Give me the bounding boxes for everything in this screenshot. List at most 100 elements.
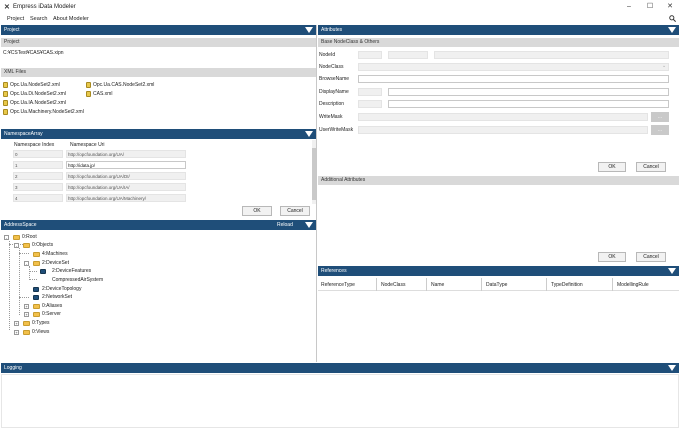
ns-index-cell (13, 194, 63, 202)
label-description: Description (319, 101, 345, 107)
tree-node-machines[interactable]: 4:Machines (42, 251, 68, 257)
tree-node-compressedair[interactable]: CompressedAirSystem (52, 277, 103, 283)
tree-expander-icon[interactable]: - (14, 243, 19, 248)
addressspace-header: AddressSpace (1, 220, 316, 230)
tree-line (29, 266, 30, 280)
nodeclass-select[interactable] (358, 63, 669, 71)
additional-ok-button[interactable]: OK (598, 252, 626, 262)
tree-node-aliases[interactable]: 0:Aliases (42, 303, 62, 309)
collapse-icon[interactable] (668, 27, 676, 33)
xml-file-icon (86, 91, 91, 97)
menu-project[interactable]: Project (7, 16, 24, 22)
col-divider[interactable] (376, 278, 377, 291)
col-divider[interactable] (426, 278, 427, 291)
description-locale-field[interactable] (358, 100, 382, 108)
col-divider[interactable] (546, 278, 547, 291)
xml-file-item[interactable]: Opc.Ua.CAS.NodeSet2.xml (93, 82, 154, 88)
minimize-icon[interactable]: – (620, 1, 638, 13)
maximize-icon[interactable]: ☐ (641, 1, 659, 13)
ns-uri-value: http://opcfoundation.org/UA/Machinery/ (68, 196, 147, 201)
splitter[interactable] (316, 25, 317, 362)
object-icon (40, 269, 46, 274)
col-namespace-uri: Namespace Uri (70, 142, 105, 148)
menu-search[interactable]: Search (30, 16, 47, 22)
tree-node-root[interactable]: 0:Root (22, 234, 37, 240)
ns-index-cell (13, 150, 63, 158)
collapse-icon[interactable] (305, 27, 313, 33)
col-modellingrule[interactable]: ModellingRule (617, 282, 649, 288)
displayname-locale-field[interactable] (358, 88, 382, 96)
project-subheader: Project (1, 38, 316, 47)
col-datatype[interactable]: DataType (486, 282, 507, 288)
tree-node-types[interactable]: 0:Types (32, 320, 50, 326)
namespace-ok-button[interactable]: OK (242, 206, 272, 216)
nodeid-type-field (388, 51, 428, 59)
additional-cancel-button[interactable]: Cancel (636, 252, 666, 262)
displayname-input[interactable] (388, 88, 669, 96)
xml-file-icon (3, 100, 8, 106)
attributes-header: Attributes (318, 25, 679, 35)
collapse-icon[interactable] (668, 365, 676, 371)
attributes-ok-button[interactable]: OK (598, 162, 626, 172)
tree-line (19, 253, 29, 254)
collapse-icon[interactable] (305, 131, 313, 137)
tree-node-devicefeatures[interactable]: 2:DeviceFeatures (52, 268, 91, 274)
tree-expander-icon[interactable]: - (24, 261, 29, 266)
menu-about[interactable]: About Modeler (53, 16, 89, 22)
col-nodeclass[interactable]: NodeClass (381, 282, 405, 288)
tree-expander-icon[interactable]: - (4, 235, 9, 240)
nodeid-value-field (434, 51, 669, 59)
label-nodeid: NodeId (319, 52, 336, 58)
xml-file-item[interactable]: CAS.xml (93, 91, 112, 97)
xml-file-item[interactable]: Opc.Ua.IA.NodeSet2.xml (10, 100, 66, 106)
app-logo-icon: ✕ (4, 4, 10, 11)
reload-button[interactable]: Reload (277, 222, 293, 228)
window-title: Empress iData Modeler (13, 4, 76, 10)
search-icon[interactable] (669, 15, 676, 22)
writemask-field (358, 113, 648, 121)
ns-index-value: 3 (15, 185, 18, 190)
label-nodeclass: NodeClass (319, 64, 344, 70)
tree-expander-icon[interactable]: + (24, 312, 29, 317)
object-icon (33, 287, 39, 292)
namespace-header: NamespaceArray (1, 129, 316, 139)
logging-area[interactable] (1, 374, 679, 428)
label-writemask: WriteMask (319, 114, 343, 120)
browsename-input[interactable] (358, 75, 669, 83)
description-input[interactable] (388, 100, 669, 108)
tree-node-devicetopology[interactable]: 2:DeviceTopology (42, 286, 81, 292)
xml-file-item[interactable]: Opc.Ua.Di.NodeSet2.xml (10, 91, 66, 97)
tree-node-networkset[interactable]: 2:NetworkSet (42, 294, 72, 300)
tree-expander-icon[interactable]: + (24, 304, 29, 309)
col-referencetype[interactable]: ReferenceType (321, 282, 355, 288)
tree-node-objects[interactable]: 0:Objects (32, 242, 53, 248)
xml-file-item[interactable]: Opc.Ua.Machinery.NodeSet2.xml (10, 109, 84, 115)
tree-node-server[interactable]: 0:Server (42, 311, 61, 317)
tree-node-deviceset[interactable]: 2:DeviceSet (42, 260, 69, 266)
collapse-icon[interactable] (668, 268, 676, 274)
ns-index-value: 0 (15, 152, 18, 157)
folder-icon (23, 330, 30, 335)
xml-file-item[interactable]: Opc.Ua.NodeSet2.xml (10, 82, 60, 88)
references-header: References (318, 266, 679, 276)
project-path: C:¥CSTest¥CAS¥CAS.xipn (3, 50, 64, 56)
ns-uri-value: http://opcfoundation.org/UA/DI/ (68, 174, 130, 179)
xml-files-subheader: XML Files (1, 68, 316, 77)
userwritemask-browse-button[interactable]: ... (651, 125, 669, 135)
namespace-cancel-button[interactable]: Cancel (280, 206, 310, 216)
tree-expander-icon[interactable]: + (14, 321, 19, 326)
collapse-icon[interactable] (305, 222, 313, 228)
close-icon[interactable]: ✕ (661, 1, 679, 13)
attributes-cancel-button[interactable]: Cancel (636, 162, 666, 172)
writemask-browse-button[interactable]: ... (651, 112, 669, 122)
folder-icon (13, 235, 20, 240)
tree-expander-icon[interactable]: + (14, 330, 19, 335)
col-typedefinition[interactable]: TypeDefinition (551, 282, 583, 288)
folder-icon (33, 312, 40, 317)
nodeid-ns-field (358, 51, 382, 59)
col-divider[interactable] (481, 278, 482, 291)
tree-line (19, 297, 29, 298)
col-divider[interactable] (612, 278, 613, 291)
tree-node-views[interactable]: 0:Views (32, 329, 49, 335)
col-name[interactable]: Name (431, 282, 444, 288)
